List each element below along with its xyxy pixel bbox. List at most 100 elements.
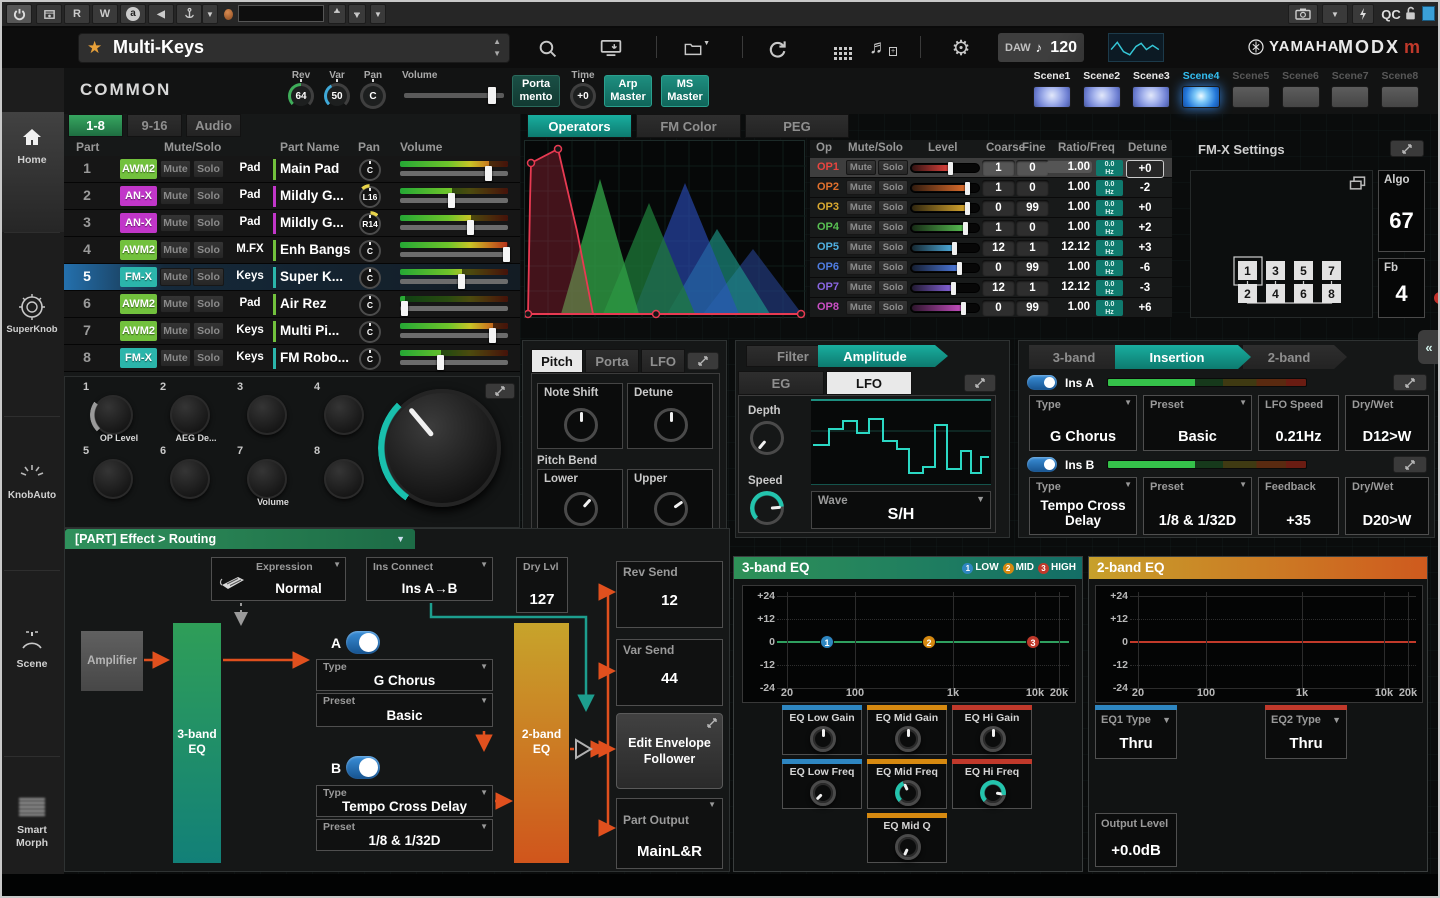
super-knob[interactable]	[383, 389, 501, 507]
knob-dial[interactable]	[324, 395, 364, 435]
eq-knob-box[interactable]: EQ Low Gain	[782, 709, 862, 755]
operator-row[interactable]: OP4 Mute Solo 1 0 1.00 0.0Hz +2	[810, 218, 1172, 238]
ins-b-param-box[interactable]: Dry/Wet D20>W	[1345, 477, 1429, 535]
op-mute-button[interactable]: Mute	[846, 240, 876, 255]
solo-button[interactable]: Solo	[193, 241, 224, 259]
fmx-expand-button[interactable]	[1390, 140, 1424, 157]
op-level-slider[interactable]	[910, 283, 980, 293]
knob-dial[interactable]	[93, 395, 133, 435]
power-button[interactable]	[6, 4, 32, 24]
op-detune-value[interactable]: +0	[1126, 160, 1164, 178]
edit-envelope-follower-button[interactable]: Edit EnvelopeFollower	[616, 713, 723, 789]
part-row[interactable]: 3 AN-X Mute Solo Pad Mildly G... R14	[64, 210, 520, 237]
detune-knob[interactable]	[654, 408, 688, 442]
librarian-button[interactable]	[822, 36, 848, 60]
assignable-knob[interactable]: 1 OP Level	[83, 383, 155, 445]
mute-button[interactable]: Mute	[160, 349, 191, 367]
op-coarse-value[interactable]: 0	[982, 300, 1015, 316]
knob-dial[interactable]	[247, 459, 287, 499]
eq2-graph[interactable]: +24+120-12-24201001k10k20k	[1095, 585, 1423, 703]
op-detune-value[interactable]: +0	[1126, 200, 1164, 216]
solo-button[interactable]: Solo	[193, 295, 224, 313]
auto-button[interactable]: a	[120, 4, 146, 24]
knob-dial[interactable]	[324, 459, 364, 499]
part-name[interactable]: Mildly G...	[280, 215, 354, 230]
eq1-type-box[interactable]: EQ1 Type ▼ Thru	[1095, 709, 1177, 759]
part-name[interactable]: Enh Bangs	[280, 242, 354, 257]
op-fine-value[interactable]: 99	[1016, 200, 1049, 216]
part-row[interactable]: 1 AWM2 Mute Solo Pad Main Pad C	[64, 156, 520, 183]
solo-button[interactable]: Solo	[193, 214, 224, 232]
tab-parts-9-16[interactable]: 9-16	[127, 114, 182, 137]
route-b-toggle[interactable]	[346, 756, 380, 779]
mute-button[interactable]: Mute	[160, 322, 191, 340]
op-ratio-value[interactable]: 12.12	[1050, 281, 1090, 293]
tab-fm-color[interactable]: FM Color	[636, 114, 741, 138]
eq3-graph[interactable]: +24+120-12-24201001k10k20k123	[742, 585, 1076, 703]
op-fine-value[interactable]: 0	[1016, 220, 1049, 236]
expression-box[interactable]: Expression ▼ Normal	[211, 557, 346, 601]
ins-a-toggle[interactable]	[1027, 375, 1057, 390]
output-meter-display[interactable]	[1108, 33, 1164, 62]
knob-dial[interactable]	[170, 395, 210, 435]
op-ratio-value[interactable]: 1.00	[1050, 201, 1090, 213]
pitch-bend-lower-knob[interactable]	[564, 492, 598, 526]
assignable-knob[interactable]: 2 AEG De...	[160, 383, 232, 445]
scene-button[interactable]	[1033, 86, 1071, 108]
amp-expand-button[interactable]	[964, 374, 996, 392]
volume-slider[interactable]	[404, 93, 504, 98]
eq-knob-box[interactable]: EQ Hi Gain	[952, 709, 1032, 755]
back-button[interactable]: ◀	[148, 4, 174, 24]
sync-button[interactable]	[764, 36, 790, 60]
portamento-button[interactable]: Portamento	[512, 75, 560, 107]
op-detune-value[interactable]: -3	[1126, 280, 1164, 296]
operator-row[interactable]: OP2 Mute Solo 1 0 1.00 0.0Hz -2	[810, 178, 1172, 198]
tab-amp-lfo[interactable]: LFO	[826, 371, 912, 395]
part-name[interactable]: Super K...	[280, 269, 354, 284]
op-ratio-value[interactable]: 1.00	[1050, 221, 1090, 233]
algo-box[interactable]: Algo 67	[1378, 170, 1425, 252]
eq-knob-box[interactable]: EQ Hi Freq	[952, 763, 1032, 809]
op-detune-value[interactable]: +6	[1126, 300, 1164, 316]
op-solo-button[interactable]: Solo	[878, 300, 908, 315]
op-fine-value[interactable]: 0	[1016, 180, 1049, 196]
op-fine-value[interactable]: 0	[1016, 160, 1049, 176]
eject-down-button[interactable]: ▁▼	[348, 4, 366, 24]
part-row[interactable]: 8 FM-X Mute Solo Keys FM Robo... C	[64, 345, 520, 372]
depth-knob[interactable]	[750, 421, 784, 455]
op-level-slider[interactable]	[910, 183, 980, 193]
part-row[interactable]: 4 AWM2 Mute Solo M.FX Enh Bangs C	[64, 237, 520, 264]
record-monitor-button[interactable]	[36, 4, 62, 24]
op-solo-button[interactable]: Solo	[878, 220, 908, 235]
tab-lfo[interactable]: LFO	[641, 349, 685, 373]
part-volume-slider[interactable]	[400, 171, 508, 176]
knob-dial[interactable]	[247, 395, 287, 435]
tab-amplitude[interactable]: Amplitude	[818, 345, 948, 367]
part-row[interactable]: 5 FM-X Mute Solo Keys Super K... C	[64, 264, 520, 291]
popup-window-icon[interactable]	[1349, 176, 1366, 190]
assignable-knob[interactable]: 6	[160, 447, 232, 509]
part-name[interactable]: FM Robo...	[280, 350, 354, 365]
tab-insertion[interactable]: Insertion	[1115, 345, 1251, 369]
ins-a-param-box[interactable]: Dry/Wet D12>W	[1345, 395, 1429, 451]
knob-dial[interactable]	[170, 459, 210, 499]
tool-button[interactable]	[176, 4, 202, 24]
scene-button[interactable]	[1232, 86, 1270, 108]
op-coarse-value[interactable]: 1	[982, 160, 1015, 176]
solo-button[interactable]: Solo	[193, 187, 224, 205]
op-mute-button[interactable]: Mute	[846, 160, 876, 175]
solo-button[interactable]: Solo	[193, 322, 224, 340]
pitch-bend-upper-knob[interactable]	[654, 492, 688, 526]
eq-band-marker[interactable]: 1	[820, 635, 834, 649]
op-detune-value[interactable]: +2	[1126, 220, 1164, 236]
part-pan-knob[interactable]: L16	[359, 186, 381, 208]
patch-name-box[interactable]: ★ Multi-Keys ▲▼	[78, 33, 510, 63]
operator-row[interactable]: OP5 Mute Solo 12 1 12.12 0.0Hz +3	[810, 238, 1172, 258]
snapshot-dropdown[interactable]: ▼	[1322, 4, 1348, 24]
mute-button[interactable]: Mute	[160, 295, 191, 313]
eject-up-button[interactable]: ▲▔	[328, 4, 346, 24]
scene-button[interactable]	[1381, 86, 1419, 108]
ins-connect-box[interactable]: Ins Connect▼ Ins A→B	[366, 557, 493, 601]
assignable-knob[interactable]: 4	[314, 383, 386, 445]
op-solo-button[interactable]: Solo	[878, 200, 908, 215]
